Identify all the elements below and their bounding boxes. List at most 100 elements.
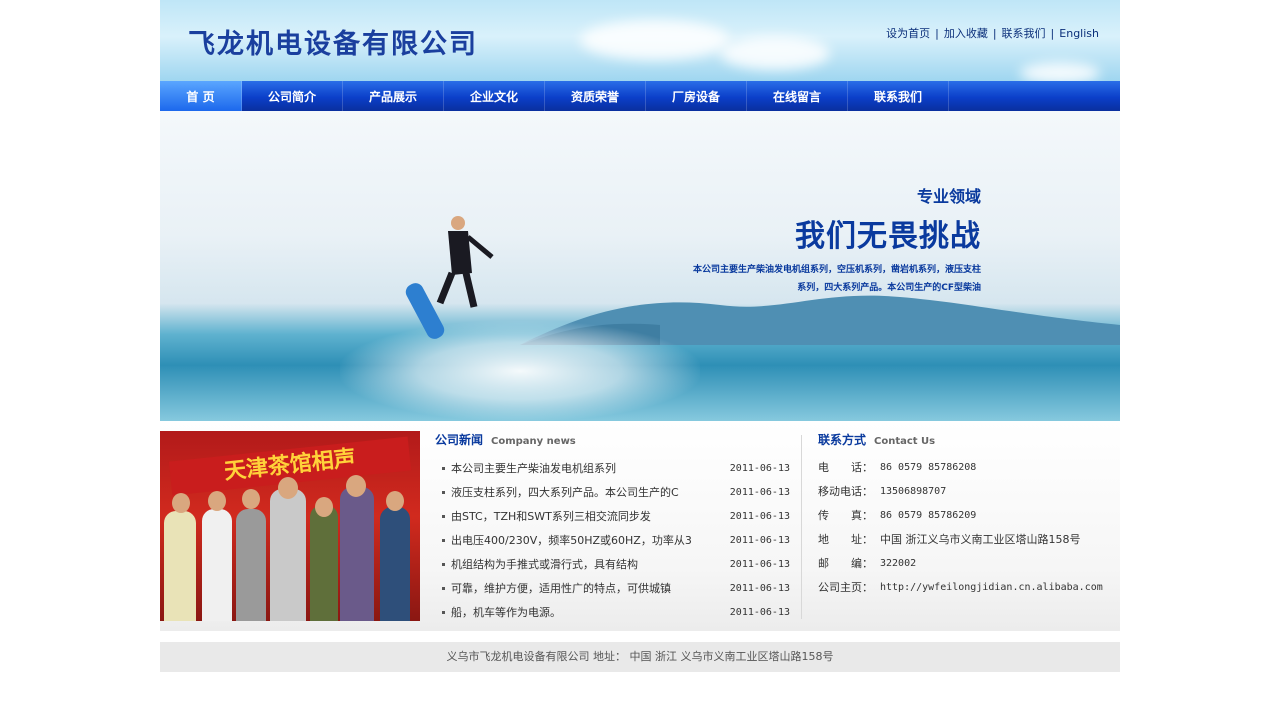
cloud-decoration: [720, 36, 830, 70]
news-item-date: 2011-06-13: [729, 487, 790, 498]
contact-row-fax: 传 真： 86 0579 85786209: [818, 504, 1118, 528]
water-splash-image: [340, 321, 700, 421]
news-link[interactable]: 可靠，维护方便，适用性广的特点，可供城镇: [435, 577, 671, 601]
person-head: [208, 491, 226, 511]
contact-list: 电 话： 86 0579 85786208 移动电话： 13506898707 传 …: [818, 456, 1118, 600]
banner-line-4: 系列，四大系列产品。本公司生产的CF型柴油: [797, 283, 981, 293]
bullet-icon: [442, 538, 445, 542]
person-figure: [270, 489, 306, 621]
contact-row-mobile: 移动电话： 13506898707: [818, 480, 1118, 504]
news-title-cn: 公司新闻: [435, 433, 484, 447]
nav-item-home[interactable]: 首 页: [160, 81, 242, 111]
news-item-date: 2011-06-13: [729, 559, 790, 570]
nav-item-message[interactable]: 在线留言: [747, 81, 848, 111]
bullet-icon: [442, 466, 445, 470]
news-item-date: 2011-06-13: [729, 511, 790, 522]
person-figure: [380, 507, 410, 621]
contact-label: 电 话：: [818, 461, 873, 474]
person-figure: [340, 487, 374, 621]
bullet-icon: [442, 586, 445, 590]
section-divider: [801, 435, 802, 619]
contact-row-phone: 电 话： 86 0579 85786208: [818, 456, 1118, 480]
site-footer: 义乌市飞龙机电设备有限公司 地址： 中国 浙江 义乌市义南工业区塔山路158号: [160, 642, 1120, 672]
contact-value: 13506898707: [880, 486, 947, 497]
homepage-link[interactable]: http://ywfeilongjidian.cn.alibaba.com: [880, 576, 1103, 600]
news-list-item: 液压支柱系列，四大系列产品。本公司生产的C 2011-06-13: [435, 481, 790, 505]
person-head: [386, 491, 404, 511]
news-link[interactable]: 液压支柱系列，四大系列产品。本公司生产的C: [435, 481, 679, 505]
contact-value: 322002: [880, 558, 917, 569]
news-link[interactable]: 出电压400/230V，频率50HZ或60HZ，功率从3: [435, 529, 692, 553]
news-item-title: 可靠，维护方便，适用性广的特点，可供城镇: [451, 582, 671, 595]
news-link[interactable]: 本公司主要生产柴油发电机组系列: [435, 457, 616, 481]
banner-slogan: 专业领域 我们无畏挑战 本公司主要生产柴油发电机组系列，空压机系列，凿岩机系列，…: [693, 183, 981, 297]
contact-label: 传 真：: [818, 509, 873, 522]
page: 飞龙机电设备有限公司 设为首页 | 加入收藏 | 联系我们 | English …: [160, 0, 1120, 706]
add-favorite-link[interactable]: 加入收藏: [939, 25, 993, 41]
group-photo[interactable]: 天津茶馆相声: [160, 431, 420, 621]
banner-line-1: 专业领域: [916, 187, 981, 206]
contact-section-title: 联系方式 Contact Us: [818, 431, 1118, 455]
news-section-title: 公司新闻 Company news: [435, 431, 790, 455]
contact-title-en: Contact Us: [874, 436, 936, 447]
person-figure: [202, 509, 232, 621]
news-item-title: 机组结构为手推式或滑行式，具有结构: [451, 558, 638, 571]
contact-us-link[interactable]: 联系我们: [997, 25, 1051, 41]
contact-title-cn: 联系方式: [818, 433, 867, 447]
news-list-item: 由STC，TZH和SWT系列三相交流同步发 2011-06-13: [435, 505, 790, 529]
top-links: 设为首页 | 加入收藏 | 联系我们 | English: [881, 25, 1104, 41]
english-link[interactable]: English: [1054, 27, 1104, 40]
news-list-item: 出电压400/230V，频率50HZ或60HZ，功率从3 2011-06-13: [435, 529, 790, 553]
company-news-section: 公司新闻 Company news 本公司主要生产柴油发电机组系列 2011-06…: [435, 431, 790, 625]
person-figure: [164, 511, 196, 621]
person-head: [346, 475, 366, 497]
contact-row-homepage: 公司主页： http://ywfeilongjidian.cn.alibaba.c…: [818, 576, 1118, 600]
news-link[interactable]: 船，机车等作为电源。: [435, 601, 561, 625]
company-logo-text[interactable]: 飞龙机电设备有限公司: [188, 22, 478, 61]
nav-item-contact[interactable]: 联系我们: [848, 81, 949, 111]
news-item-date: 2011-06-13: [729, 607, 790, 618]
news-link[interactable]: 由STC，TZH和SWT系列三相交流同步发: [435, 505, 651, 529]
news-title-en: Company news: [491, 436, 576, 447]
nav-item-culture[interactable]: 企业文化: [444, 81, 545, 111]
contact-row-address: 地 址： 中国 浙江义乌市义南工业区塔山路158号: [818, 528, 1118, 552]
news-list-item: 机组结构为手推式或滑行式，具有结构 2011-06-13: [435, 553, 790, 577]
news-item-title: 船，机车等作为电源。: [451, 606, 561, 619]
news-item-date: 2011-06-13: [729, 463, 790, 474]
main-nav: 首 页 公司简介 产品展示 企业文化 资质荣誉 厂房设备 在线留言 联系我们: [160, 81, 1120, 111]
hero-banner: 专业领域 我们无畏挑战 本公司主要生产柴油发电机组系列，空压机系列，凿岩机系列，…: [160, 111, 1120, 421]
nav-item-about[interactable]: 公司简介: [242, 81, 343, 111]
news-item-date: 2011-06-13: [729, 535, 790, 546]
nav-item-facilities[interactable]: 厂房设备: [646, 81, 747, 111]
person-figure: [310, 505, 338, 621]
person-head: [242, 489, 260, 509]
news-list-item: 可靠，维护方便，适用性广的特点，可供城镇 2011-06-13: [435, 577, 790, 601]
news-item-date: 2011-06-13: [729, 583, 790, 594]
contact-value: 86 0579 85786209: [880, 510, 977, 521]
contact-section: 联系方式 Contact Us 电 话： 86 0579 85786208 移动电…: [818, 431, 1118, 600]
banner-line-2: 我们无畏挑战: [795, 219, 981, 254]
cloud-decoration: [580, 20, 730, 60]
nav-item-products[interactable]: 产品展示: [343, 81, 444, 111]
news-item-title: 液压支柱系列，四大系列产品。本公司生产的C: [451, 486, 679, 499]
banner-line-3: 本公司主要生产柴油发电机组系列，空压机系列，凿岩机系列，液压支柱: [692, 265, 981, 275]
set-homepage-link[interactable]: 设为首页: [881, 25, 935, 41]
bullet-icon: [442, 490, 445, 494]
bullet-icon: [442, 514, 445, 518]
news-list-item: 本公司主要生产柴油发电机组系列 2011-06-13: [435, 457, 790, 481]
news-link[interactable]: 机组结构为手推式或滑行式，具有结构: [435, 553, 638, 577]
nav-item-honors[interactable]: 资质荣誉: [545, 81, 646, 111]
news-item-title: 出电压400/230V，频率50HZ或60HZ，功率从3: [451, 534, 692, 547]
news-item-title: 本公司主要生产柴油发电机组系列: [451, 462, 616, 475]
contact-label: 移动电话：: [818, 485, 873, 498]
contact-label: 公司主页：: [818, 581, 873, 594]
site-header: 飞龙机电设备有限公司 设为首页 | 加入收藏 | 联系我们 | English: [160, 0, 1120, 81]
bullet-icon: [442, 562, 445, 566]
wakeboarder-image: [405, 216, 494, 339]
cloud-decoration: [1020, 62, 1100, 81]
contact-row-postcode: 邮 编： 322002: [818, 552, 1118, 576]
news-item-title: 由STC，TZH和SWT系列三相交流同步发: [451, 510, 651, 523]
news-list-item: 船，机车等作为电源。 2011-06-13: [435, 601, 790, 625]
content-area: 天津茶馆相声 公司新闻 Company news 本公司主要生产柴油发电机组系列…: [160, 421, 1120, 631]
contact-value: 86 0579 85786208: [880, 462, 977, 473]
